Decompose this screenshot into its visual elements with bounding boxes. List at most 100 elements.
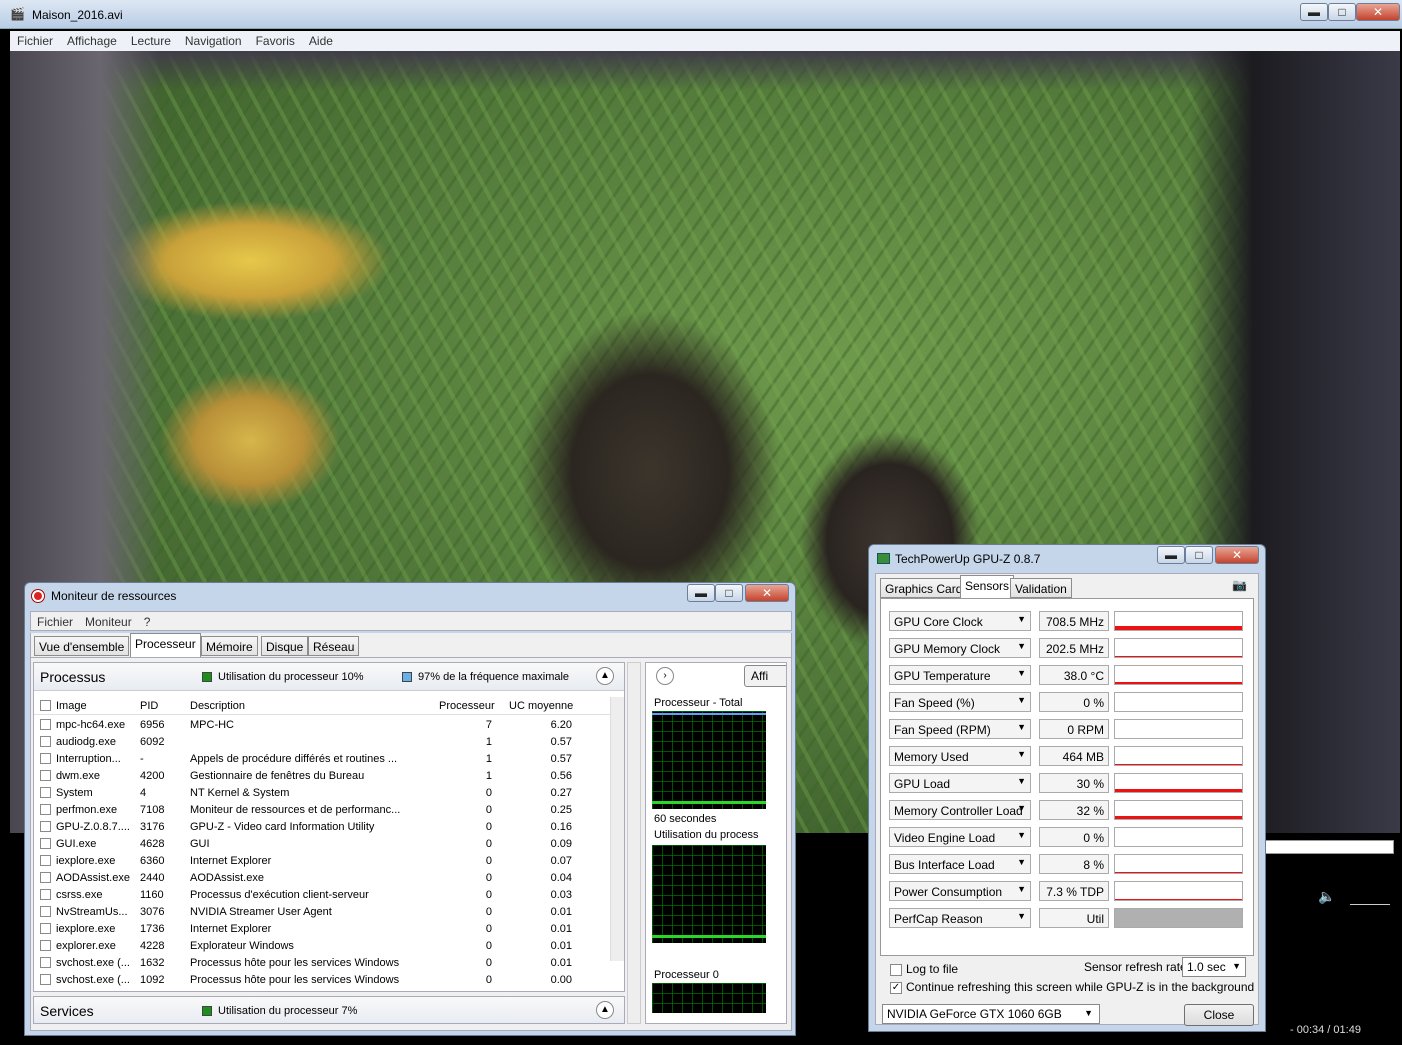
col-description[interactable]: Description <box>190 700 245 712</box>
row-checkbox[interactable] <box>40 906 51 917</box>
row-checkbox[interactable] <box>40 940 51 951</box>
services-panel-header[interactable]: Services Utilisation du processeur 7% ▲ <box>33 996 625 1024</box>
row-checkbox[interactable] <box>40 974 51 985</box>
log-to-file-checkbox[interactable] <box>890 963 902 976</box>
col-image[interactable]: Image <box>56 700 87 712</box>
col-uc-moyenne[interactable]: UC moyenne <box>509 700 573 712</box>
process-panel-header[interactable]: Processus Utilisation du processeur 10% … <box>34 663 624 691</box>
sensor-name-select[interactable]: Memory Used ▼ <box>889 746 1031 766</box>
sensor-name-select[interactable]: Fan Speed (RPM) ▼ <box>889 719 1031 739</box>
menu-favoris[interactable]: Favoris <box>249 31 302 51</box>
sensor-name-select[interactable]: GPU Load ▼ <box>889 773 1031 793</box>
view-button[interactable]: Affi <box>744 665 786 687</box>
sensor-value: 7.3 % TDP <box>1039 881 1109 901</box>
tab-processeur[interactable]: Processeur <box>130 633 201 657</box>
minimize-button[interactable]: ▬ <box>1157 546 1185 564</box>
table-row[interactable]: dwm.exe 4200 Gestionnaire de fenêtres du B… <box>34 768 612 785</box>
sensor-name-select[interactable]: Video Engine Load ▼ <box>889 827 1031 847</box>
table-row[interactable]: GUI.exe 4628 GUI 0 0.09 <box>34 836 612 853</box>
select-all-checkbox[interactable] <box>40 700 51 711</box>
row-checkbox[interactable] <box>40 736 51 747</box>
table-row[interactable]: System 4 NT Kernel & System 0 0.27 <box>34 785 612 802</box>
row-checkbox[interactable] <box>40 923 51 934</box>
sensor-graph-fill <box>1115 816 1242 819</box>
gpuz-close-button[interactable]: Close <box>1184 1004 1254 1026</box>
row-checkbox[interactable] <box>40 821 51 832</box>
log-to-file-option[interactable]: Log to file <box>890 962 958 976</box>
dropdown-arrow-icon: ▼ <box>1084 1008 1093 1018</box>
volume-slider[interactable] <box>1350 885 1390 905</box>
table-row[interactable]: explorer.exe 4228 Explorateur Windows 0 0.01 <box>34 938 612 955</box>
menu-moniteur[interactable]: Moniteur <box>79 612 138 632</box>
continue-refresh-option[interactable]: ✓ Continue refreshing this screen while G… <box>890 980 1254 994</box>
row-checkbox[interactable] <box>40 753 51 764</box>
row-checkbox[interactable] <box>40 872 51 883</box>
sensor-name-select[interactable]: GPU Temperature ▼ <box>889 665 1031 685</box>
table-row[interactable]: GPU-Z.0.8.7.... 3176 GPU-Z - Video card In… <box>34 819 612 836</box>
minimize-button[interactable]: ▬ <box>687 584 715 602</box>
minimize-button[interactable]: ▬ <box>1300 3 1328 21</box>
table-row[interactable]: svchost.exe (... 1092 Processus hôte pour … <box>34 972 612 989</box>
menu-navigation[interactable]: Navigation <box>178 31 249 51</box>
menu-affichage[interactable]: Affichage <box>60 31 124 51</box>
sensor-name-select[interactable]: GPU Core Clock ▼ <box>889 611 1031 631</box>
table-row[interactable]: AODAssist.exe 2440 AODAssist.exe 0 0.04 <box>34 870 612 887</box>
row-checkbox[interactable] <box>40 770 51 781</box>
tab-disque[interactable]: Disque <box>261 636 309 656</box>
collapse-chevron-icon[interactable]: ▲ <box>596 1001 614 1019</box>
maximize-button[interactable]: □ <box>1328 3 1356 21</box>
process-scrollbar[interactable] <box>610 697 624 961</box>
row-checkbox[interactable] <box>40 855 51 866</box>
seek-bar[interactable] <box>1264 840 1394 854</box>
table-row[interactable]: svchost.exe (... 1632 Processus hôte pour … <box>34 955 612 972</box>
camera-icon[interactable]: 📷 <box>1232 578 1247 592</box>
expand-chevron-icon[interactable]: › <box>656 667 674 685</box>
sensor-name-select[interactable]: Power Consumption ▼ <box>889 881 1031 901</box>
tab-validation[interactable]: Validation <box>1010 578 1072 598</box>
menu-aide[interactable]: Aide <box>302 31 340 51</box>
table-row[interactable]: NvStreamUs... 3076 NVIDIA Streamer User Ag… <box>34 904 612 921</box>
menu-fichier[interactable]: Fichier <box>10 31 60 51</box>
sensor-value: 0 % <box>1039 692 1109 712</box>
speaker-icon[interactable]: 🔈 <box>1318 888 1335 905</box>
sensor-name-select[interactable]: GPU Memory Clock ▼ <box>889 638 1031 658</box>
sensor-name-select[interactable]: PerfCap Reason ▼ <box>889 908 1031 928</box>
row-checkbox[interactable] <box>40 787 51 798</box>
refresh-rate-select[interactable]: 1.0 sec ▼ <box>1182 957 1246 977</box>
continue-refresh-checkbox[interactable]: ✓ <box>890 981 902 994</box>
table-row[interactable]: perfmon.exe 7108 Moniteur de ressources et… <box>34 802 612 819</box>
tab-reseau[interactable]: Réseau <box>308 636 360 656</box>
row-checkbox[interactable] <box>40 719 51 730</box>
collapse-chevron-icon[interactable]: ▲ <box>596 667 614 685</box>
table-row[interactable]: audiodg.exe 6092 1 0.57 <box>34 734 612 751</box>
col-pid[interactable]: PID <box>140 700 158 712</box>
sensor-name-select[interactable]: Memory Controller Load ▼ <box>889 800 1031 820</box>
table-row[interactable]: iexplore.exe 6360 Internet Explorer 0 0.07 <box>34 853 612 870</box>
tab-graphics-card[interactable]: Graphics Card <box>880 578 968 598</box>
gpu-select[interactable]: NVIDIA GeForce GTX 1060 6GB ▼ <box>882 1004 1100 1024</box>
table-row[interactable]: csrss.exe 1160 Processus d'exécution clien… <box>34 887 612 904</box>
close-button[interactable]: ✕ <box>745 584 789 602</box>
menu-lecture[interactable]: Lecture <box>124 31 178 51</box>
tab-sensors[interactable]: Sensors <box>960 575 1015 598</box>
row-checkbox[interactable] <box>40 957 51 968</box>
main-scrollbar[interactable] <box>627 662 641 1024</box>
close-button[interactable]: ✕ <box>1215 546 1259 564</box>
menu-fichier[interactable]: Fichier <box>31 612 79 632</box>
table-row[interactable]: Interruption... - Appels de procédure diff… <box>34 751 612 768</box>
table-row[interactable]: iexplore.exe 1736 Internet Explorer 0 0.01 <box>34 921 612 938</box>
table-row[interactable]: mpc-hc64.exe 6956 MPC-HC 7 6.20 <box>34 717 612 734</box>
cell-processeur: 1 <box>485 736 492 748</box>
close-button[interactable]: ✕ <box>1356 3 1400 21</box>
maximize-button[interactable]: □ <box>715 584 743 602</box>
menu-help[interactable]: ? <box>138 612 157 632</box>
row-checkbox[interactable] <box>40 804 51 815</box>
maximize-button[interactable]: □ <box>1185 546 1213 564</box>
tab-vue-ensemble[interactable]: Vue d'ensemble <box>34 636 130 656</box>
tab-memoire[interactable]: Mémoire <box>201 636 258 656</box>
row-checkbox[interactable] <box>40 838 51 849</box>
col-processeur[interactable]: Processeur <box>439 700 495 712</box>
sensor-name-select[interactable]: Fan Speed (%) ▼ <box>889 692 1031 712</box>
row-checkbox[interactable] <box>40 889 51 900</box>
sensor-name-select[interactable]: Bus Interface Load ▼ <box>889 854 1031 874</box>
